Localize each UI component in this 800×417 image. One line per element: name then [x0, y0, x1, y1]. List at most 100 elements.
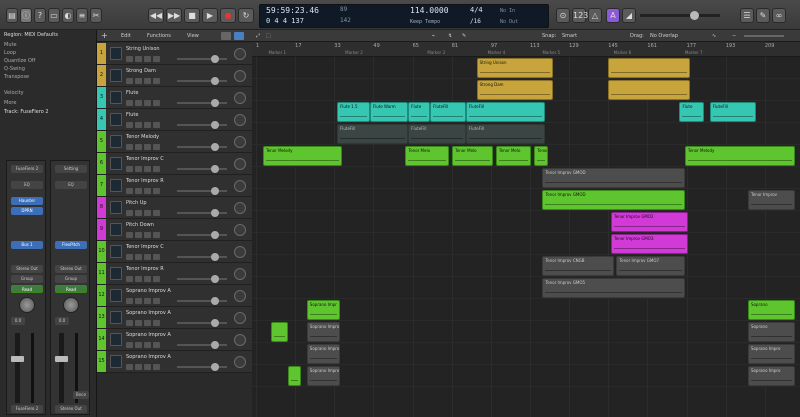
volume-knob[interactable] — [211, 99, 219, 107]
library-button[interactable]: ▤ — [6, 8, 18, 23]
record-button[interactable]: ● — [220, 8, 236, 23]
pan-knob[interactable] — [234, 202, 246, 214]
strip1-plugin-1[interactable]: Haunter — [11, 197, 43, 205]
mute-button[interactable] — [126, 210, 133, 216]
region[interactable]: FluteFill — [430, 102, 466, 122]
bar-ruler[interactable]: 1 17 33 49 65 81 97 113 129 145 161 177 193 209 Marke… — [252, 42, 800, 57]
input-monitor-button[interactable] — [153, 166, 160, 172]
pan-knob[interactable] — [234, 356, 246, 368]
smart-controls-button[interactable]: ◐ — [62, 8, 74, 23]
record-enable-button[interactable] — [144, 320, 151, 326]
metronome-button[interactable]: △ — [588, 8, 602, 23]
record-enable-button[interactable] — [144, 276, 151, 282]
volume-knob[interactable] — [211, 275, 219, 283]
record-enable-button[interactable] — [144, 166, 151, 172]
region[interactable]: Tenor Improv CNGB — [542, 256, 614, 276]
record-enable-button[interactable] — [144, 342, 151, 348]
solo-button[interactable] — [135, 100, 142, 106]
volume-knob[interactable] — [211, 77, 219, 85]
input-monitor-button[interactable] — [153, 342, 160, 348]
volume-slider[interactable] — [177, 102, 227, 104]
mute-button[interactable] — [126, 276, 133, 282]
region[interactable]: Soprano Impro — [747, 344, 795, 364]
volume-slider[interactable] — [177, 366, 227, 368]
pan-knob[interactable] — [234, 158, 246, 170]
strip1-fader-cap[interactable] — [11, 356, 24, 362]
snap-menu[interactable]: Smart — [562, 30, 577, 42]
strip2-setting[interactable]: Setting — [55, 165, 87, 173]
track-header[interactable]: 10 Tenor Improv C — [97, 241, 252, 263]
mute-button[interactable] — [126, 298, 133, 304]
track-name[interactable]: Pitch Down — [126, 222, 154, 228]
add-track-button[interactable]: + — [101, 30, 108, 42]
input-monitor-button[interactable] — [153, 232, 160, 238]
mute-button[interactable] — [126, 254, 133, 260]
region[interactable] — [608, 58, 691, 78]
solo-button[interactable] — [135, 364, 142, 370]
forward-button[interactable]: ▶▶ — [166, 8, 182, 23]
input-monitor-button[interactable] — [153, 254, 160, 260]
volume-knob[interactable] — [211, 165, 219, 173]
region[interactable]: Soprano Impro — [306, 344, 340, 364]
region[interactable]: FluteFill — [336, 124, 409, 144]
edit-menu[interactable]: Edit — [121, 30, 131, 42]
strip2-bounce[interactable]: Bnce — [73, 391, 89, 399]
region[interactable]: Strong Dam — [476, 80, 554, 100]
volume-knob[interactable] — [211, 121, 219, 129]
region[interactable] — [608, 80, 691, 100]
region[interactable]: Tenor Improv — [747, 190, 795, 210]
track-lane[interactable] — [252, 189, 800, 211]
track-name[interactable]: Soprano Improv A — [126, 288, 171, 294]
input-monitor-button[interactable] — [153, 188, 160, 194]
region[interactable]: Flute 1.5 — [336, 102, 370, 122]
tracks-area[interactable]: ⤢ ⬚ ⌁ ↯ ✎ Snap: Smart Drag: No Overlap ∿… — [252, 30, 800, 417]
volume-slider[interactable] — [177, 80, 227, 82]
record-enable-button[interactable] — [144, 78, 151, 84]
input-monitor-button[interactable] — [153, 210, 160, 216]
record-enable-button[interactable] — [144, 188, 151, 194]
region[interactable] — [271, 322, 288, 342]
track-name[interactable]: Tenor Melody — [126, 134, 159, 140]
pan-knob[interactable] — [234, 246, 246, 258]
view-menu[interactable]: View — [187, 30, 199, 42]
record-enable-button[interactable] — [144, 364, 151, 370]
track-lane[interactable] — [252, 167, 800, 189]
region[interactable]: Tenor Melo — [495, 146, 532, 166]
region[interactable]: Tenor Improv GMO5 — [542, 278, 685, 298]
input-monitor-button[interactable] — [153, 276, 160, 282]
toolbar-button[interactable]: ▭ — [48, 8, 60, 23]
strip1-name[interactable]: FuseFiero 2 — [11, 165, 43, 173]
region[interactable]: Tenor Melo — [405, 146, 450, 166]
automation-icon[interactable]: ↯ — [448, 30, 452, 42]
master-volume-knob[interactable] — [690, 11, 699, 20]
catch-button[interactable] — [221, 32, 231, 40]
region[interactable]: Tenor Improv GMOD — [542, 168, 685, 188]
strip1-automation[interactable]: Read — [11, 285, 43, 293]
play-button[interactable]: ▶ — [202, 8, 218, 23]
marker[interactable]: Marker 7 — [685, 50, 703, 55]
volume-slider[interactable] — [177, 278, 227, 280]
input-monitor-button[interactable] — [153, 122, 160, 128]
pan-knob[interactable] — [234, 136, 246, 148]
track-inspector-title[interactable]: Track: FuseFiero 2 — [4, 109, 49, 115]
track-header[interactable]: 14 Soprano Improv A — [97, 329, 252, 351]
input-monitor-button[interactable] — [153, 78, 160, 84]
region[interactable]: Tenor Improv GMOD — [542, 190, 685, 210]
track-name[interactable]: Tenor Improv R — [126, 178, 164, 184]
track-header[interactable]: 15 Soprano Improv A — [97, 351, 252, 373]
region[interactable]: FluteFill — [408, 124, 466, 144]
track-header[interactable]: 8 Pitch Up — [97, 197, 252, 219]
track-name[interactable]: Pitch Up — [126, 200, 147, 206]
functions-menu[interactable]: Functions — [147, 30, 171, 42]
solo-button[interactable] — [135, 276, 142, 282]
track-name[interactable]: Soprano Improv A — [126, 310, 171, 316]
inspector-row-transpose[interactable]: Transpose — [4, 74, 29, 80]
region[interactable]: Flute — [408, 102, 431, 122]
stop-button[interactable]: ■ — [184, 8, 200, 23]
solo-button[interactable] — [135, 254, 142, 260]
volume-slider[interactable] — [177, 300, 227, 302]
inspector-row-velocity[interactable]: Velocity — [4, 90, 24, 96]
record-enable-button[interactable] — [144, 210, 151, 216]
volume-knob[interactable] — [211, 231, 219, 239]
region[interactable]: Tenor Melody — [262, 146, 343, 166]
